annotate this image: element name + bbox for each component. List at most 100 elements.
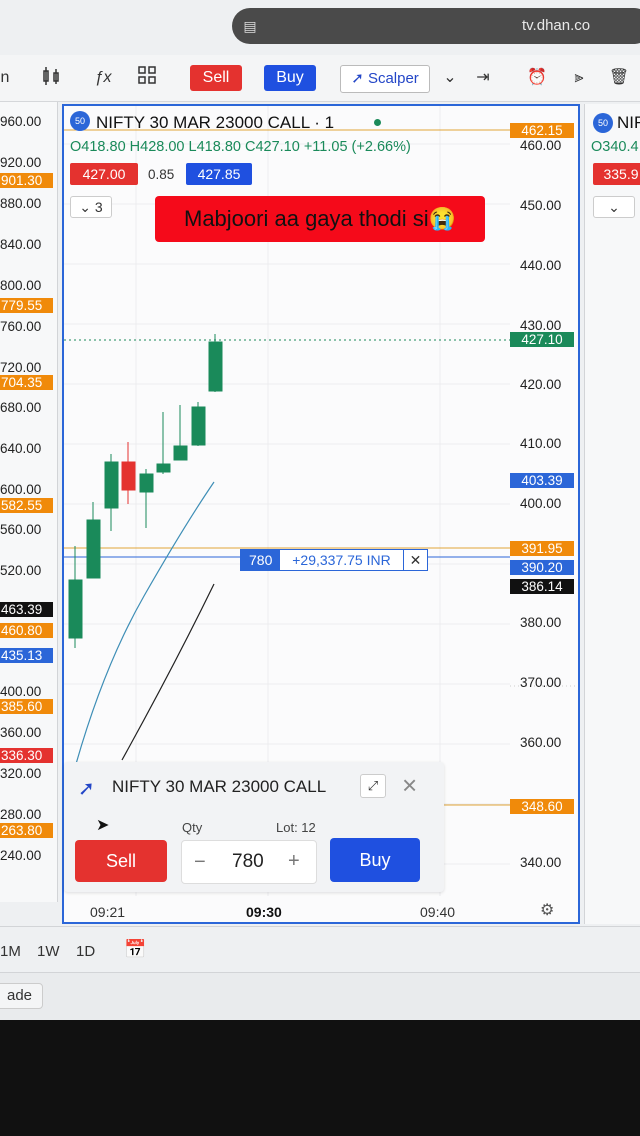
scalper-icon: ➚	[78, 778, 95, 800]
cursor-icon: ➤	[96, 817, 110, 834]
price-badge: 386.14	[510, 579, 574, 594]
increment-button[interactable]: +	[288, 850, 300, 873]
left-axis-tick: 280.00	[0, 807, 42, 822]
position-qty: 780	[241, 550, 281, 570]
trash-icon[interactable]: 🗑	[608, 65, 630, 91]
left-price-badge: 463.39	[0, 602, 53, 617]
left-axis-tick: 240.00	[0, 848, 42, 863]
quantity-input[interactable]: 780	[232, 851, 264, 873]
url-text: tv.dhan.co	[522, 17, 591, 34]
chart-symbol-title[interactable]: NIFTY 30 MAR 23000 CALL · 1	[96, 113, 334, 133]
left-axis-tick: 640.00	[0, 441, 42, 456]
time-axis-tick: 09:21	[90, 904, 126, 920]
left-axis-tick: 840.00	[0, 237, 42, 252]
price-axis-tick: 340.00	[520, 855, 562, 870]
position-pnl: +29,337.75 INR	[292, 552, 391, 568]
price-axis-tick: 460.00	[520, 138, 562, 153]
ohlc-low: L418.80	[188, 139, 241, 155]
ask-price-button[interactable]: 427.85	[186, 163, 252, 185]
order-panel: ➚ NIFTY 30 MAR 23000 CALL ⤢ × Qty Lot: 1…	[64, 762, 444, 892]
layout-grid-icon[interactable]	[136, 65, 158, 91]
symbol-logo-icon: 50	[70, 111, 90, 131]
collapse-indicators-button[interactable]: ⌄ 3	[70, 196, 112, 218]
toolbar-sell-button[interactable]: Sell	[190, 65, 242, 91]
last-price-badge: 427.10	[510, 332, 574, 347]
scalper-label: Scalper	[367, 70, 419, 87]
price-axis-tick: 400.00	[520, 496, 562, 511]
footer-bar: ade	[0, 972, 640, 1020]
export-icon[interactable]: ⇥	[472, 65, 494, 91]
left-axis-tick: 920.00	[0, 155, 42, 170]
scalper-icon: ➚	[351, 70, 368, 87]
price-axis-tick: 430.00	[520, 318, 562, 333]
candlestick-icon[interactable]	[40, 65, 62, 91]
price-badge: 462.15	[510, 123, 574, 138]
left-axis-tick: 960.00	[0, 114, 42, 129]
left-axis-tick: 320.00	[0, 766, 42, 781]
market-status-dot-icon	[374, 119, 381, 126]
chart-toolbar: n ƒx Sell Buy ➚ Scalper ⌄ ⇥ ⏰ ⫸ 🗑	[0, 55, 640, 102]
left-axis-tick: 560.00	[0, 522, 42, 537]
caption-banner: Mabjoori aa gaya thodi si😭	[155, 196, 485, 242]
price-badge: 348.60	[510, 799, 574, 814]
left-price-badge: 263.80	[0, 823, 53, 838]
chart-settings-icon[interactable]: ⚙	[540, 900, 554, 920]
right-pane-open: O340.4	[591, 139, 639, 155]
device-bezel	[0, 1020, 640, 1136]
close-position-icon[interactable]: ✕	[402, 550, 428, 570]
toolbar-partial-icon: n	[0, 69, 10, 86]
left-price-badge: 460.80	[0, 623, 53, 638]
time-axis-tick: 09:30	[246, 904, 282, 920]
close-icon[interactable]: ×	[402, 770, 417, 801]
range-1w[interactable]: 1W	[37, 943, 60, 960]
ohlc-change: +11.05 (+2.66%)	[303, 139, 411, 155]
left-price-badge: 779.55	[0, 298, 53, 313]
ohlc-open: O418.80	[70, 139, 126, 155]
lot-label: Lot: 12	[276, 820, 316, 835]
qty-label: Qty	[182, 820, 203, 835]
price-axis-tick: 440.00	[520, 258, 562, 273]
left-chart-price-axis: 960.00 920.00 901.30 880.00 840.00 800.0…	[0, 102, 58, 902]
price-axis-tick: 420.00	[520, 377, 562, 392]
price-axis-tick: 450.00	[520, 198, 562, 213]
pin-icon[interactable]: ⤢	[360, 774, 386, 798]
alarm-icon[interactable]: ⏰	[526, 65, 548, 91]
right-pane-bid[interactable]: 335.9	[593, 163, 640, 185]
toolbar-buy-button[interactable]: Buy	[264, 65, 316, 91]
left-axis-tick: 520.00	[0, 563, 42, 578]
tab-switcher-icon[interactable]: ▤	[240, 16, 260, 36]
chevron-down-icon: ⌄	[79, 199, 95, 215]
left-price-badge: 336.30	[0, 748, 53, 763]
ohlc-legend: O418.80 H428.00 L418.80 C427.10 +11.05 (…	[70, 139, 411, 155]
browser-screen: ▤ tv.dhan.co n ƒx Sell Buy ➚ Scalper ⌄ ⇥…	[0, 0, 640, 1020]
left-axis-tick: 680.00	[0, 400, 42, 415]
price-badge: 390.20	[510, 560, 574, 575]
quantity-stepper: − 780 +	[181, 840, 317, 884]
scalper-button[interactable]: ➚ Scalper	[340, 65, 430, 93]
buy-button[interactable]: Buy	[330, 838, 420, 882]
sell-button[interactable]: Sell	[75, 840, 167, 882]
bid-price-button[interactable]: 427.00	[70, 163, 138, 185]
right-pane-title: NIF	[617, 113, 640, 132]
range-bar: 1M 1W 1D 📅	[0, 926, 640, 973]
range-1m[interactable]: 1M	[0, 943, 21, 960]
range-1d[interactable]: 1D	[76, 943, 95, 960]
left-price-badge: 582.55	[0, 498, 53, 513]
left-axis-tick: 760.00	[0, 319, 42, 334]
left-price-badge: 704.35	[0, 375, 53, 390]
calendar-icon[interactable]: 📅	[124, 939, 146, 960]
ohlc-close: C427.10	[244, 139, 300, 155]
url-bar[interactable]: ▤ tv.dhan.co	[232, 8, 640, 44]
left-axis-tick: 720.00	[0, 360, 42, 375]
chevron-down-icon[interactable]: ⌄	[593, 196, 635, 218]
trade-button[interactable]: ade	[0, 983, 44, 1009]
decrement-button[interactable]: −	[194, 851, 206, 874]
position-price-badge: 391.95	[510, 541, 574, 556]
settings-sliders-icon[interactable]: ⫸	[568, 65, 590, 91]
chevron-down-icon[interactable]: ⌄	[440, 65, 460, 91]
left-axis-tick: 880.00	[0, 196, 42, 211]
position-line-label[interactable]: 780 +29,337.75 INR ✕	[240, 549, 429, 571]
price-axis-tick: 370.00	[520, 675, 562, 690]
right-chart-pane[interactable]: 50 NIF O340.4 335.9 ⌄	[584, 104, 640, 924]
indicators-icon[interactable]: ƒx	[92, 65, 114, 91]
